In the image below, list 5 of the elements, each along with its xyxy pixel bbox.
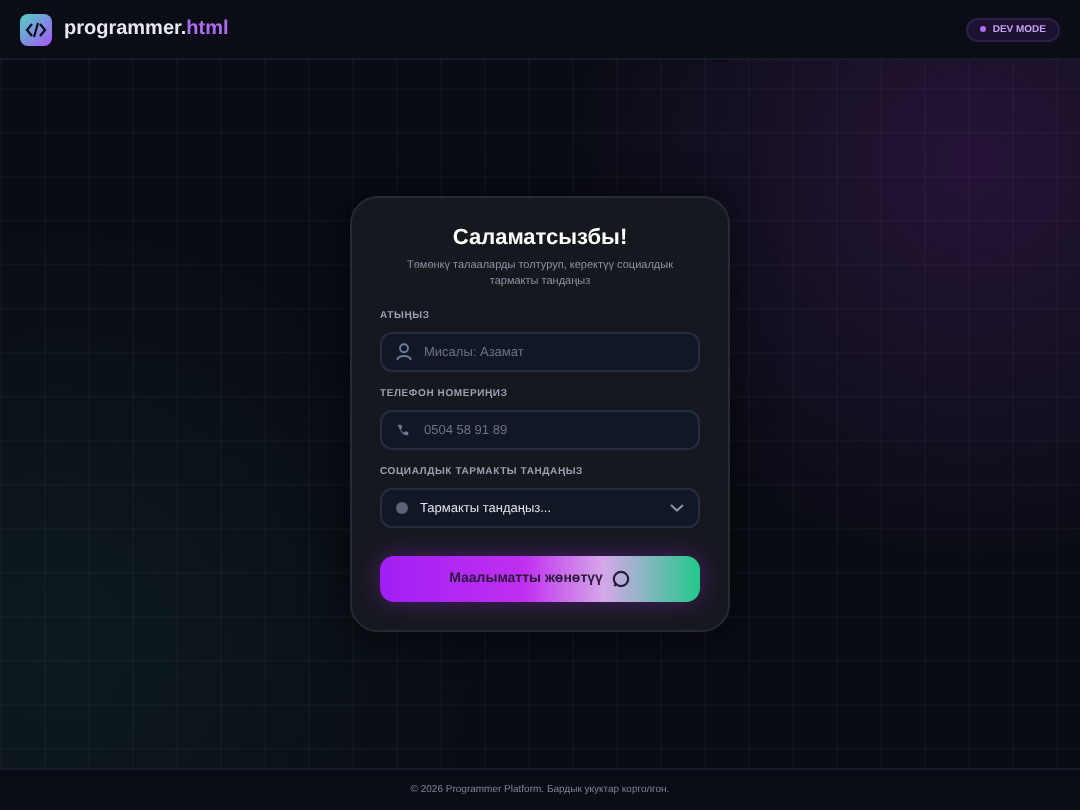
greeting-title: Саламатсызбы!: [450, 225, 630, 250]
code-logo-icon: [20, 13, 52, 45]
chevron-down-icon: [670, 504, 684, 513]
site-name: programmer.html: [64, 18, 229, 40]
chat-bubble-icon: [612, 570, 631, 589]
